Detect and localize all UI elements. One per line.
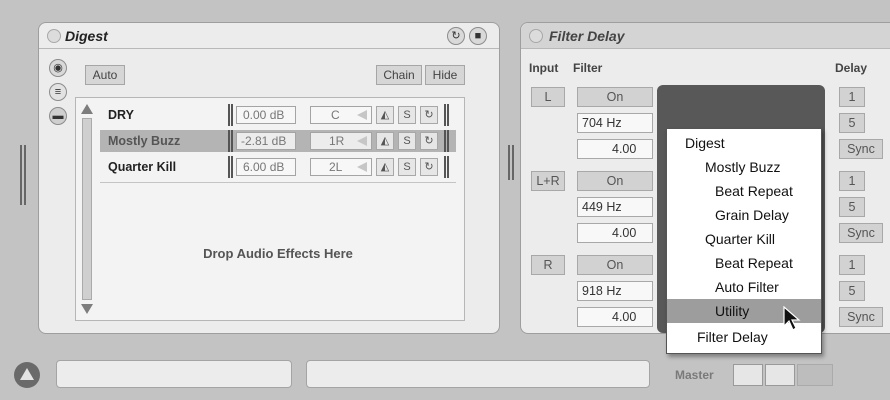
chain-name: Mostly Buzz: [108, 134, 181, 148]
digest-rack: Digest ↻ ■ ◉ ≡ ▬ Auto Chain Hide DRY 0.0…: [38, 22, 500, 334]
chain-activator-speaker-icon[interactable]: ◭: [376, 158, 394, 176]
filter-delay-power-button[interactable]: [529, 29, 543, 43]
drop-effects-hint[interactable]: Drop Audio Effects Here: [100, 246, 456, 261]
delay-sync-r[interactable]: Sync: [839, 307, 883, 327]
scroll-track[interactable]: [82, 118, 92, 300]
filter-freq-lr[interactable]: 449 Hz: [577, 197, 653, 217]
chain-button[interactable]: Chain: [376, 65, 422, 85]
header-filter: Filter: [573, 61, 603, 75]
filter-freq-r[interactable]: 918 Hz: [577, 281, 653, 301]
chain-pan-value: 2L: [329, 160, 343, 174]
pan-slider-icon: [357, 162, 367, 172]
save-preset-icon[interactable]: ■: [469, 27, 487, 45]
delay-a-r[interactable]: 1: [839, 255, 865, 275]
chain-divider: [100, 182, 456, 183]
filter-delay-title: Filter Delay: [549, 28, 625, 44]
digest-title-bar: Digest ↻ ■: [39, 23, 499, 49]
chain-name: Quarter Kill: [108, 160, 177, 174]
filter-q-l[interactable]: 4.00: [577, 139, 653, 159]
input-l-button[interactable]: L: [531, 87, 565, 107]
menu-item-mostly-buzz[interactable]: Mostly Buzz: [667, 155, 821, 179]
chain-activator-speaker-icon[interactable]: ◭: [376, 106, 394, 124]
chain-pan-field[interactable]: 1R: [310, 132, 372, 150]
chain-activator-speaker-icon[interactable]: ◭: [376, 132, 394, 150]
scroll-up-icon[interactable]: [81, 104, 93, 114]
chain-solo-button[interactable]: S: [398, 158, 416, 176]
chain-volume-field[interactable]: 6.00 dB: [236, 158, 296, 176]
track-view-icon-3[interactable]: [797, 364, 833, 386]
show-chain-list-icon[interactable]: ≡: [49, 83, 67, 101]
chain-meter: [228, 130, 233, 152]
chain-solo-button[interactable]: S: [398, 106, 416, 124]
menu-item-auto-filter[interactable]: Auto Filter: [667, 275, 821, 299]
header-input: Input: [529, 61, 559, 75]
chain-solo-button[interactable]: S: [398, 132, 416, 150]
track-view-icon-2[interactable]: [765, 364, 795, 386]
scroll-down-icon[interactable]: [81, 304, 93, 314]
menu-item-beat-repeat-1[interactable]: Beat Repeat: [667, 179, 821, 203]
chain-list: DRY 0.00 dB C ◭ S ↻ Mostly Buzz -2.81 dB…: [75, 97, 465, 321]
filter-on-button-r[interactable]: On: [577, 255, 653, 275]
chain-row-quarter-kill[interactable]: Quarter Kill 6.00 dB 2L ◭ S ↻: [100, 156, 456, 178]
pan-slider-icon: [357, 110, 367, 120]
chain-row-mostly-buzz[interactable]: Mostly Buzz -2.81 dB 1R ◭ S ↻: [100, 130, 456, 152]
filter-delay-title-bar: Filter Delay: [521, 23, 890, 49]
header-delay: Delay: [835, 61, 868, 75]
menu-item-grain-delay[interactable]: Grain Delay: [667, 203, 821, 227]
filter-on-button-l[interactable]: On: [577, 87, 653, 107]
show-macros-icon[interactable]: ◉: [49, 59, 67, 77]
chain-output-meter: [444, 130, 449, 152]
menu-item-digest[interactable]: Digest: [667, 131, 821, 155]
filter-on-button-lr[interactable]: On: [577, 171, 653, 191]
expand-arrow-icon[interactable]: [14, 362, 40, 388]
delay-b-l[interactable]: 5: [839, 113, 865, 133]
chain-pan-field[interactable]: 2L: [310, 158, 372, 176]
delay-a-lr[interactable]: 1: [839, 171, 865, 191]
chain-output-meter: [444, 104, 449, 126]
chain-hot-swap-icon[interactable]: ↻: [420, 132, 438, 150]
filter-freq-l[interactable]: 704 Hz: [577, 113, 653, 133]
delay-sync-l[interactable]: Sync: [839, 139, 883, 159]
filter-q-r[interactable]: 4.00: [577, 307, 653, 327]
input-lr-button[interactable]: L+R: [531, 171, 565, 191]
chain-pan-value: 1R: [329, 134, 345, 148]
device-separator-meter: [508, 145, 516, 180]
track-meter: [20, 145, 28, 205]
show-devices-icon[interactable]: ▬: [49, 107, 67, 125]
input-r-button[interactable]: R: [531, 255, 565, 275]
delay-b-lr[interactable]: 5: [839, 197, 865, 217]
chain-meter: [228, 156, 233, 178]
digest-title: Digest: [65, 28, 108, 44]
chain-name: DRY: [108, 108, 134, 122]
chain-pan-field[interactable]: C: [310, 106, 372, 124]
menu-item-quarter-kill[interactable]: Quarter Kill: [667, 227, 821, 251]
chain-volume-field[interactable]: 0.00 dB: [236, 106, 296, 124]
delay-sync-lr[interactable]: Sync: [839, 223, 883, 243]
track-view-icon-1[interactable]: [733, 364, 763, 386]
hide-button[interactable]: Hide: [425, 65, 465, 85]
chain-volume-field[interactable]: -2.81 dB: [236, 132, 296, 150]
bottom-field-left[interactable]: [56, 360, 292, 388]
filter-q-lr[interactable]: 4.00: [577, 223, 653, 243]
delay-a-l[interactable]: 1: [839, 87, 865, 107]
master-label: Master: [675, 368, 714, 382]
chain-list-scrollbar[interactable]: [80, 102, 94, 316]
chain-hot-swap-icon[interactable]: ↻: [420, 106, 438, 124]
chain-hot-swap-icon[interactable]: ↻: [420, 158, 438, 176]
menu-item-beat-repeat-2[interactable]: Beat Repeat: [667, 251, 821, 275]
digest-power-button[interactable]: [47, 29, 61, 43]
delay-b-r[interactable]: 5: [839, 281, 865, 301]
mouse-cursor-icon: [783, 306, 801, 331]
auto-select-button[interactable]: Auto: [85, 65, 125, 85]
chain-meter: [228, 104, 233, 126]
hot-swap-icon[interactable]: ↻: [447, 27, 465, 45]
pan-slider-icon: [357, 136, 367, 146]
chain-pan-value: C: [331, 108, 340, 122]
chain-row-dry[interactable]: DRY 0.00 dB C ◭ S ↻: [100, 104, 456, 126]
chain-output-meter: [444, 156, 449, 178]
bottom-field-middle[interactable]: [306, 360, 650, 388]
